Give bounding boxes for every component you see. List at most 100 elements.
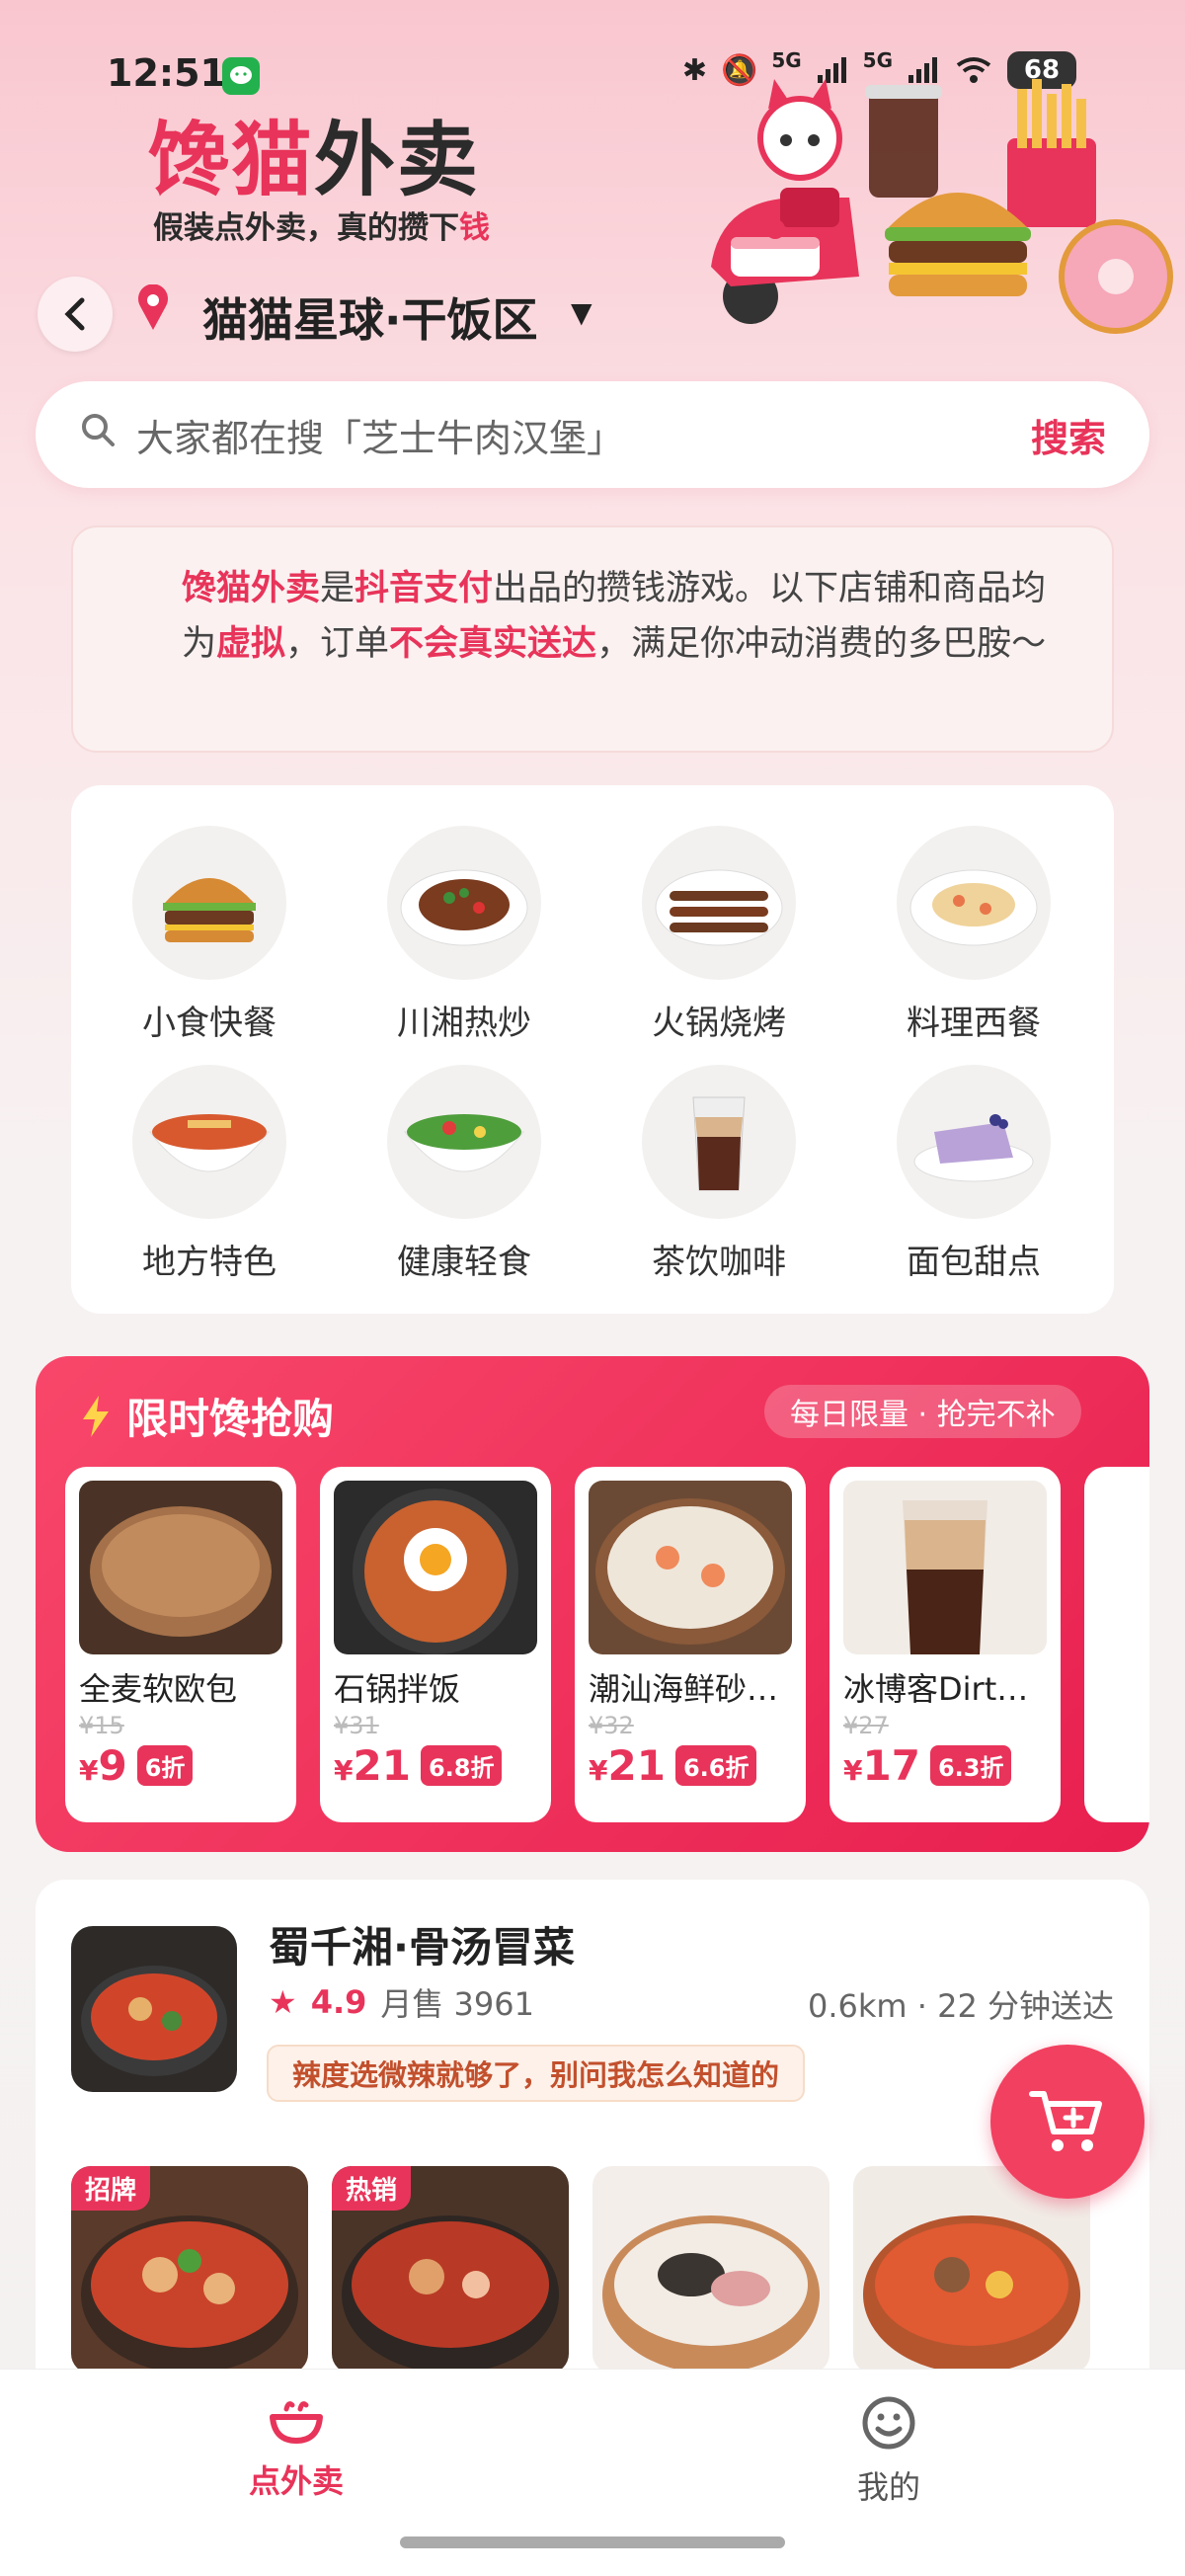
notice-text: ，订单 [285,624,390,664]
flash-sale-title: 限时馋抢购 [79,1386,334,1446]
iced-coffee-image [642,1065,796,1219]
search-icon [79,411,117,458]
currency-symbol: ¥ [334,1754,354,1787]
shop-distance: 0.6km · 22 分钟送达 [807,1987,1114,2025]
bread-image [79,1481,282,1654]
brand-subtitle-part1: 假装点外卖，真的攒下 [153,210,459,246]
currency-symbol: ¥ [79,1754,99,1787]
deal-discount: 6.6折 [674,1745,757,1786]
dish-badge: 招牌 [71,2166,151,2211]
category-label: 火锅烧烤 [652,1004,786,1043]
deal-card[interactable]: 潮汕海鲜砂… ¥32 ¥21 6.6折 [575,1467,806,1822]
category-label: 小食快餐 [142,1004,276,1043]
category-label: 川湘热炒 [397,1004,531,1043]
lightning-icon [83,1395,109,1437]
notice-text: 抖音支付 [355,569,494,608]
smiley-icon [862,2396,915,2450]
dish-badge: 热销 [332,2166,412,2211]
deal-price: ¥17 [843,1741,920,1790]
shop-name[interactable]: 蜀千湘·骨汤冒菜 [269,1914,575,1974]
skewers-image [642,826,796,980]
currency-symbol: ¥ [843,1754,863,1787]
notice-text: 馋猫外卖 [182,569,321,608]
nav-tab-mine[interactable]: 我的 [790,2395,988,2508]
brand-subtitle: 假装点外卖，真的攒下钱 [153,202,490,247]
deal-price-value: 9 [98,1741,127,1790]
deal-old-price: ¥31 [334,1712,379,1739]
category-label: 健康轻食 [397,1243,531,1282]
caret-down-icon[interactable]: ▼ [571,296,592,329]
noodle-bowl-image [132,1065,286,1219]
deal-price: ¥21 [334,1741,411,1790]
cart-add-icon [1029,2091,1102,2151]
back-button[interactable] [38,277,113,352]
deal-price-value: 17 [862,1741,920,1790]
deal-old-price: ¥15 [79,1712,124,1739]
deal-price: ¥9 [79,1741,127,1790]
dish-card[interactable]: 热销 [332,2166,569,2374]
status-time: 12:51 [107,51,226,95]
brand-title-part2: 外卖 [314,114,481,207]
brand-title-part1: 馋猫 [148,114,315,207]
category-item[interactable]: 面包甜点 [875,1065,1072,1283]
home-indicator[interactable] [400,2536,785,2548]
brand-title: 馋猫外卖 [148,94,480,211]
category-label: 茶饮咖啡 [652,1243,786,1282]
salad-image [387,1065,541,1219]
deal-discount: 6.8折 [420,1745,503,1786]
deal-price-value: 21 [607,1741,666,1790]
star-icon: ★ [269,1983,297,2021]
category-item[interactable]: 地方特色 [111,1065,308,1283]
shop-meta: ★ 4.9 月售 3961 [269,1979,534,2025]
category-item[interactable]: 火锅烧烤 [620,826,818,1044]
chevron-left-icon [64,297,85,331]
flash-sale-title-text: 限时馋抢购 [126,1395,335,1443]
deal-name: 冰博客Dirt… [843,1670,1029,1708]
pasta-image [897,826,1051,980]
deal-card[interactable]: 石锅拌饭 ¥31 ¥21 6.8折 [320,1467,551,1822]
category-label: 地方特色 [142,1243,276,1282]
notice-text: 虚拟 [216,624,286,664]
bowl-icon [270,2401,323,2444]
category-label: 料理西餐 [907,1004,1041,1043]
location-selector[interactable]: 猫猫星球·干饭区 [202,284,537,350]
category-label: 面包甜点 [907,1243,1041,1282]
search-input[interactable]: 大家都在搜「芝士牛肉汉堡」 [136,408,1031,462]
nav-label-mine: 我的 [856,2468,920,2506]
category-item[interactable]: 小食快餐 [111,826,308,1044]
stir-fry-image [387,826,541,980]
currency-symbol: ¥ [589,1754,608,1787]
deal-card[interactable]: 冰博客Dirt… ¥27 ¥17 6.3折 [830,1467,1061,1822]
seafood-congee-image [589,1481,792,1654]
location-pin-icon [136,283,170,343]
deal-name: 石锅拌饭 [334,1670,461,1708]
category-item[interactable]: 茶饮咖啡 [620,1065,818,1283]
category-item[interactable]: 健康轻食 [365,1065,563,1283]
deal-price-value: 21 [353,1741,411,1790]
notice-text: ，满足你冲动消费的多巴胺～ [596,624,1047,664]
deal-old-price: ¥27 [843,1712,889,1739]
bibimbap-image [334,1481,537,1654]
deal-card-partial[interactable] [1084,1467,1149,1822]
notice-banner: 馋猫外卖是抖音支付出品的攒钱游戏。以下店铺和商品均为虚拟，订单不会真实送达，满足… [71,525,1114,753]
category-item[interactable]: 料理西餐 [875,826,1072,1044]
category-item[interactable]: 川湘热炒 [365,826,563,1044]
shop-thumbnail [71,1926,237,2092]
shop-review-tag: 辣度选微辣就够了，别问我怎么知道的 [267,2045,806,2102]
notice-text: 是 [320,569,356,608]
deal-discount: 6折 [136,1745,194,1786]
dish-card[interactable]: 招牌 [71,2166,308,2374]
deal-card[interactable]: 全麦软欧包 ¥15 ¥9 6折 [65,1467,296,1822]
deal-name: 潮汕海鲜砂… [589,1670,779,1708]
wechat-icon [222,57,260,95]
dish-card[interactable] [592,2166,830,2374]
deal-price: ¥21 [589,1741,666,1790]
search-bar[interactable]: 大家都在搜「芝士牛肉汉堡」 搜索 [36,381,1149,488]
nav-tab-order[interactable]: 点外卖 [198,2395,395,2502]
cart-button[interactable] [990,2045,1145,2199]
brand-subtitle-part2: 钱 [459,210,490,246]
dirty-coffee-image [843,1481,1047,1654]
search-button[interactable]: 搜索 [1031,408,1106,462]
cake-image [897,1065,1051,1219]
shop-monthly-sales: 月售 3961 [380,1985,534,2023]
